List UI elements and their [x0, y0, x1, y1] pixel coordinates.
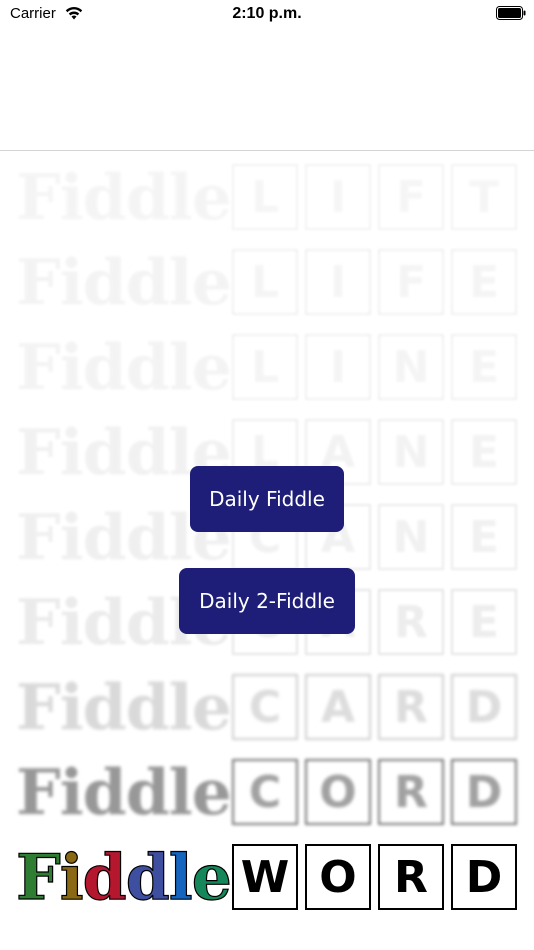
- letter-tile: I: [305, 249, 371, 315]
- letter-tile: R: [378, 759, 444, 825]
- navigation-bar: [0, 28, 534, 151]
- letter-tile: A: [305, 674, 371, 740]
- letter-tile: O: [305, 759, 371, 825]
- letter-tile: L: [232, 334, 298, 400]
- letter-tile: O: [305, 844, 371, 910]
- letter-tile: E: [451, 249, 517, 315]
- word-ladder-background: Fiddle L I F T Fiddle L I F E Fiddle L I N E Fiddle L A N E…: [0, 150, 534, 950]
- ladder-row: Fiddle L I F T: [14, 160, 524, 238]
- letter-tile: L: [232, 164, 298, 230]
- letter-tile: R: [378, 844, 444, 910]
- daily-fiddle-button[interactable]: Daily Fiddle: [190, 466, 344, 532]
- fiddle-logo-text: Fiddle: [16, 330, 232, 404]
- letter-tile: R: [378, 589, 444, 655]
- letter-tile: D: [451, 844, 517, 910]
- fiddle-logo-text: Fiddle: [16, 670, 232, 744]
- letter-tile: E: [451, 589, 517, 655]
- letter-tile: E: [451, 334, 517, 400]
- letter-tile: N: [378, 419, 444, 485]
- fiddle-logo-text: Fiddle: [16, 160, 232, 234]
- status-bar: Carrier 2:10 p.m.: [0, 0, 534, 28]
- status-time: 2:10 p.m.: [232, 5, 302, 22]
- daily-2-fiddle-label: Daily 2-Fiddle: [199, 589, 335, 613]
- battery-icon: [496, 6, 526, 20]
- ladder-row: Fiddle C A R D: [14, 670, 524, 748]
- letter-tile: N: [378, 504, 444, 570]
- letter-tile: R: [378, 674, 444, 740]
- letter-tile: N: [378, 334, 444, 400]
- letter-tile: C: [232, 759, 298, 825]
- letter-tile: W: [232, 844, 298, 910]
- letter-tile: E: [451, 419, 517, 485]
- letter-tile: I: [305, 334, 371, 400]
- ladder-row: Fiddle L I N E: [14, 330, 524, 408]
- letter-tile: D: [451, 674, 517, 740]
- fiddle-logo-text: Fiddle: [16, 755, 232, 829]
- ladder-row: Fiddle C O R D: [14, 755, 524, 833]
- letter-tile: C: [232, 674, 298, 740]
- ladder-row: Fiddle L I F E: [14, 245, 524, 323]
- letter-tile: F: [378, 249, 444, 315]
- daily-2-fiddle-button[interactable]: Daily 2-Fiddle: [179, 568, 355, 634]
- fiddle-logo-text: Fiddle: [16, 245, 232, 319]
- letter-tile: E: [451, 504, 517, 570]
- letter-tile: L: [232, 249, 298, 315]
- letter-tile: F: [378, 164, 444, 230]
- letter-tile: T: [451, 164, 517, 230]
- daily-fiddle-label: Daily Fiddle: [209, 487, 325, 511]
- ladder-row: Fiddle W O R D: [14, 839, 524, 918]
- letter-tile: D: [451, 759, 517, 825]
- letter-tile: I: [305, 164, 371, 230]
- fiddle-logo-text: Fiddle: [15, 839, 232, 914]
